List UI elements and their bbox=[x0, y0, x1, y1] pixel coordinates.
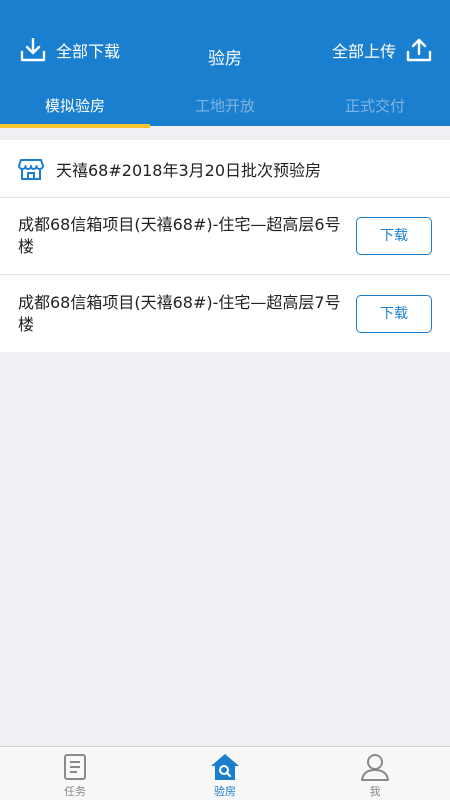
upload-all-button[interactable]: 全部上传 bbox=[332, 38, 432, 62]
nav-inspection[interactable]: 验房 bbox=[150, 747, 300, 800]
upload-all-label: 全部上传 bbox=[331, 42, 396, 61]
document-icon bbox=[64, 754, 86, 780]
batch-header: 天禧68#2018年3月20日批次预验房 bbox=[0, 140, 450, 198]
download-button[interactable]: 下载 bbox=[356, 294, 432, 333]
nav-me-label: 我 bbox=[369, 785, 381, 798]
store-icon bbox=[18, 158, 44, 180]
nav-tasks[interactable]: 任务 bbox=[0, 747, 150, 800]
tab-bar: 模拟验房 工地开放 正式交付 bbox=[0, 88, 450, 128]
house-search-icon bbox=[211, 754, 239, 780]
bottom-nav: 任务 验房 我 bbox=[0, 746, 450, 800]
tab-simulated-inspection[interactable]: 模拟验房 bbox=[0, 88, 150, 128]
upload-icon bbox=[406, 38, 432, 62]
tab-formal-delivery[interactable]: 正式交付 bbox=[300, 88, 450, 126]
item-name: 成都68信箱项目(天禧68#)-住宅—超高层6号楼 bbox=[18, 215, 341, 256]
nav-tasks-label: 任务 bbox=[64, 785, 86, 798]
nav-inspection-label: 验房 bbox=[214, 785, 236, 798]
user-icon bbox=[361, 754, 389, 781]
list-item: 成都68信箱项目(天禧68#)-住宅—超高层7号楼 下载 bbox=[0, 275, 450, 352]
tab-site-open[interactable]: 工地开放 bbox=[150, 88, 300, 126]
batch-title: 天禧68#2018年3月20日批次预验房 bbox=[56, 160, 322, 180]
item-name: 成都68信箱项目(天禧68#)-住宅—超高层7号楼 bbox=[18, 292, 341, 334]
download-button[interactable]: 下载 bbox=[356, 217, 432, 255]
nav-me[interactable]: 我 bbox=[300, 747, 450, 800]
app-header: 全部下载 验房 全部上传 bbox=[0, 0, 450, 88]
list-item: 成都68信箱项目(天禧68#)-住宅—超高层6号楼 下载 bbox=[0, 198, 450, 275]
inspection-list: 天禧68#2018年3月20日批次预验房 成都68信箱项目(天禧68#)-住宅—… bbox=[0, 140, 450, 352]
